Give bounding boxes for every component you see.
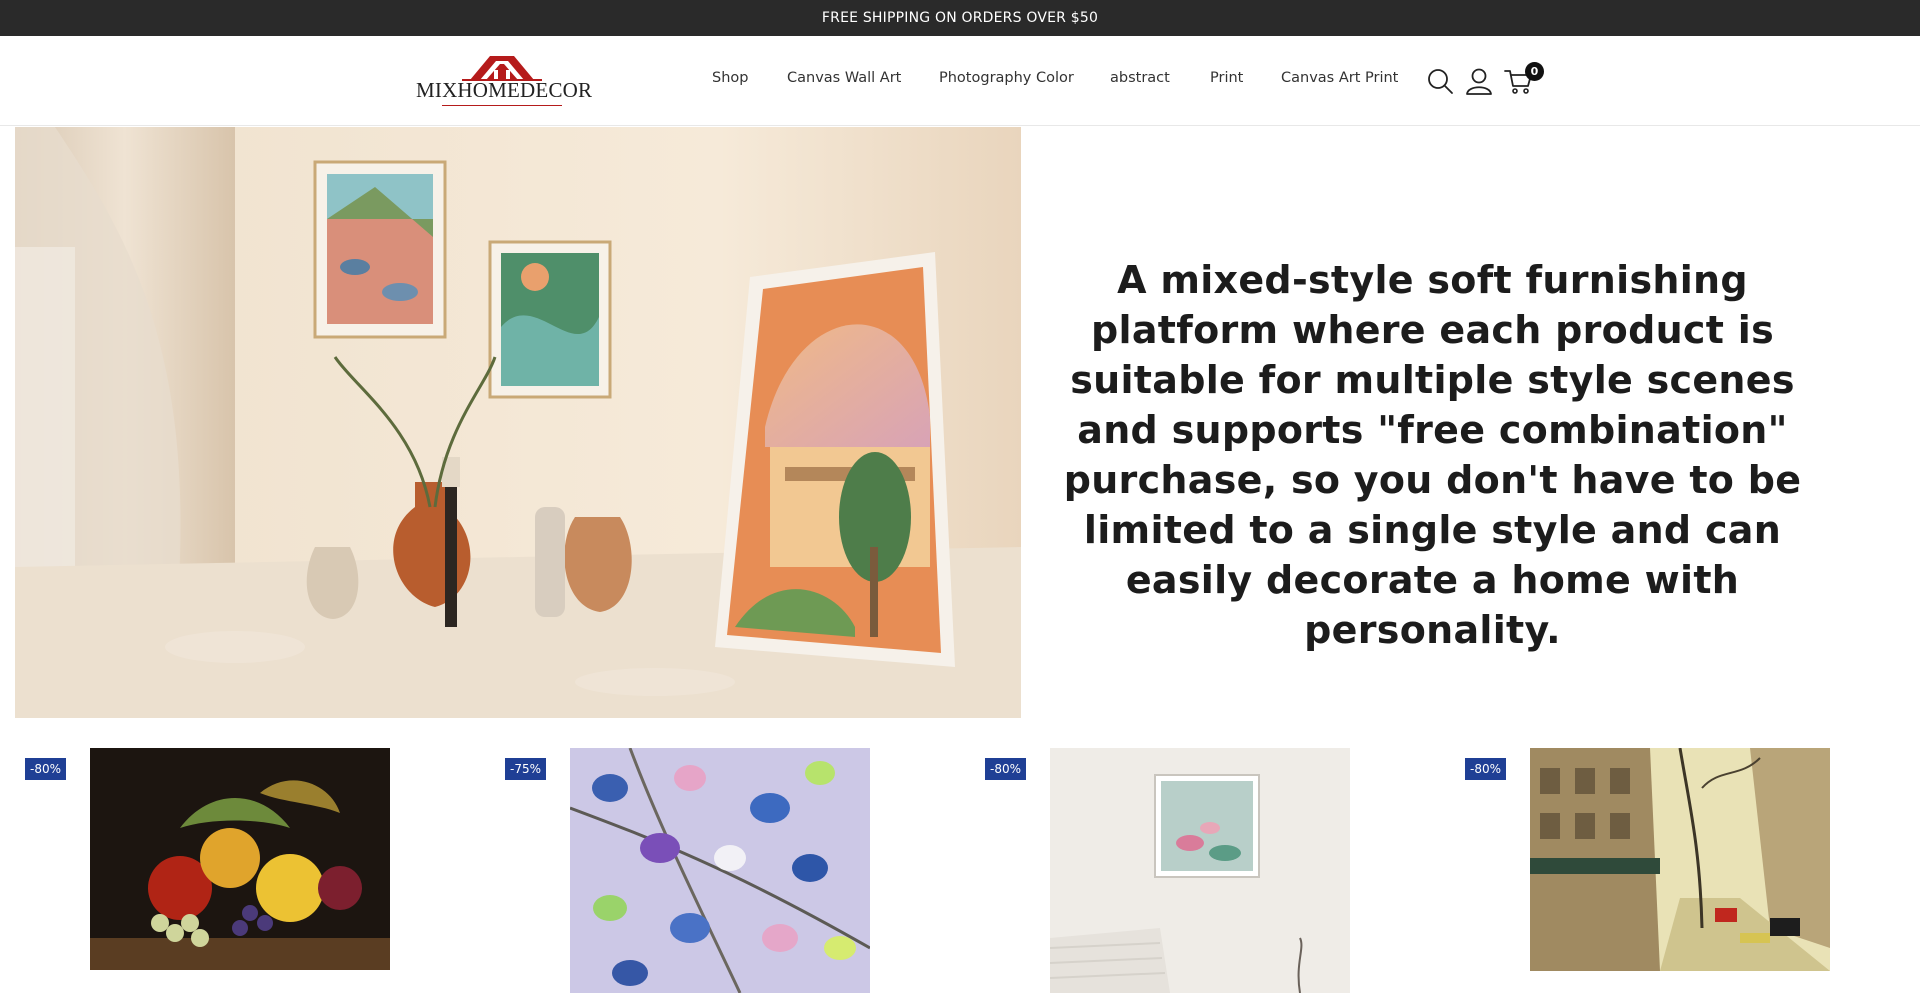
user-icon[interactable]: [1464, 66, 1494, 96]
nav-item-canvas-wall-art[interactable]: Canvas Wall Art: [787, 70, 901, 86]
product-image[interactable]: [90, 748, 390, 970]
site-header: MIXHOMEDECOR Shop Canvas Wall Art Photog…: [0, 36, 1920, 126]
cart-count-badge: 0: [1525, 62, 1544, 81]
product-image[interactable]: [1050, 748, 1350, 993]
product-image-city-street: [1530, 748, 1830, 971]
product-image-fruit-still-life: [90, 748, 390, 970]
discount-badge: -80%: [1465, 758, 1506, 780]
nav-item-print[interactable]: Print: [1210, 70, 1243, 86]
hero-tagline: A mixed-style soft furnishing platform w…: [1063, 258, 1802, 652]
logo-text: MIXHOMEDECOR: [416, 78, 593, 102]
discount-badge: -80%: [985, 758, 1026, 780]
product-image-abstract-flowers: [570, 748, 870, 993]
product-image-room-mockup: [1050, 748, 1350, 993]
discount-badge: -80%: [25, 758, 66, 780]
nav-item-shop[interactable]: Shop: [712, 70, 748, 86]
product-image[interactable]: [1530, 748, 1830, 971]
product-image[interactable]: [570, 748, 870, 993]
site-logo[interactable]: MIXHOMEDECOR: [416, 54, 593, 106]
discount-badge: -75%: [505, 758, 546, 780]
nav-item-canvas-art-print[interactable]: Canvas Art Print: [1281, 70, 1398, 86]
hero-image: [15, 127, 1021, 718]
search-icon[interactable]: [1425, 66, 1455, 96]
nav-item-photography-color[interactable]: Photography Color: [939, 70, 1074, 86]
nav-item-abstract[interactable]: abstract: [1110, 70, 1170, 86]
announcement-text: FREE SHIPPING ON ORDERS OVER $50: [821, 10, 1099, 26]
logo-underline: [442, 105, 562, 106]
hero-illustration: [15, 127, 1021, 718]
announcement-bar: FREE SHIPPING ON ORDERS OVER $50: [0, 0, 1920, 36]
